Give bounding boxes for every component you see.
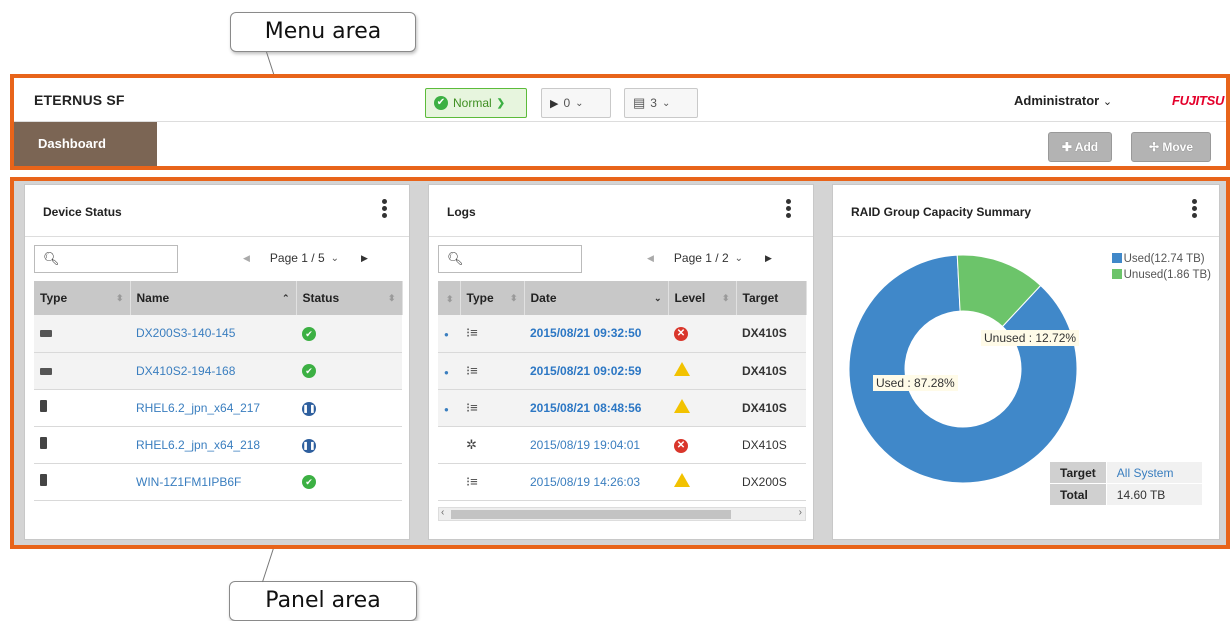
menu-area-highlight (10, 74, 1230, 170)
panel-area-leader (262, 547, 275, 583)
annotated-screenshot: { "annotations": { "menu_area": "Menu ar… (0, 0, 1230, 621)
panel-area-highlight (10, 177, 1230, 549)
menu-area-callout: Menu area (230, 12, 416, 52)
panel-area-callout: Panel area (229, 581, 417, 621)
